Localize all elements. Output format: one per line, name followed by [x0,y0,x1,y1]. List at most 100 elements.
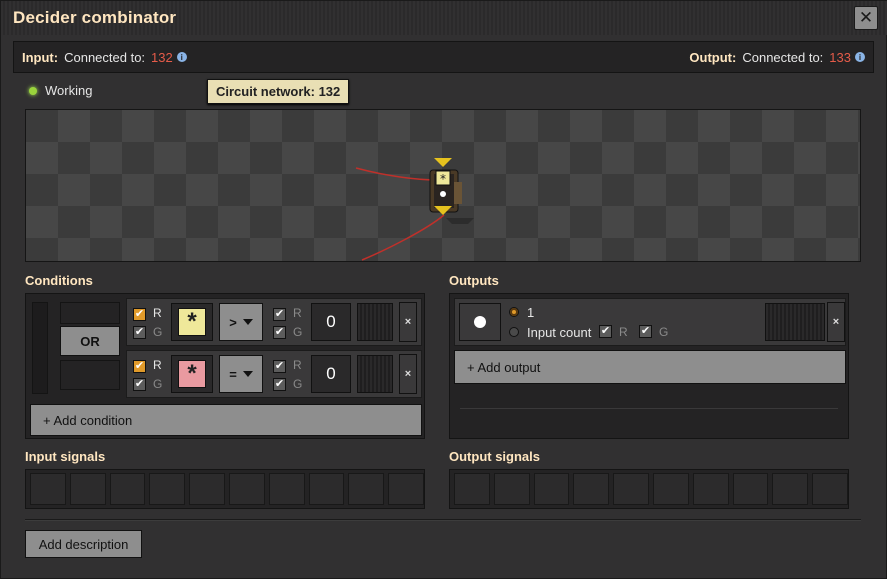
output-connected-text: Connected to: [742,49,824,65]
signal-slot [149,473,186,505]
output-signal-slot[interactable] [765,303,825,341]
input-connected-text: Connected to: [64,49,146,65]
chevron-down-icon [242,371,253,377]
constant-input[interactable]: 0 [311,303,351,341]
footer-divider [25,519,861,521]
signal-slot [30,473,66,505]
output-label: Output: [689,49,737,65]
left-green-wire-checkbox[interactable] [133,326,146,339]
left-green-wire-checkbox[interactable] [133,378,146,391]
signal-dot-icon [474,316,486,328]
signal-slot [493,473,530,505]
signal-slot [454,473,490,505]
output-constant-label: 1 [527,305,535,320]
status-light-icon [29,86,37,95]
comparator-value: > [229,314,237,330]
conditions-panel: OR R G * > R G 0 R [25,293,425,439]
decider-combinator-window: Decider combinator Input: Connected to: … [0,0,887,579]
right-green-wire-checkbox[interactable] [273,326,286,339]
add-output-button[interactable]: + Add output [454,350,846,384]
second-signal-slot[interactable] [357,355,393,393]
signal-each-icon: * [178,308,206,336]
left-red-wire-checkbox[interactable] [133,360,146,373]
input-signals-panel [25,469,425,509]
output-input-count-label: Input count [527,325,592,340]
info-icon[interactable] [176,52,187,62]
close-icon[interactable] [854,6,878,30]
output-signal-button[interactable] [459,303,501,341]
right-green-wire-label: G [293,325,303,339]
comparator-select[interactable]: = [219,355,263,393]
output-red-wire-label: R [619,325,628,339]
signal-slot [69,473,106,505]
conditions-title: Conditions [25,273,93,288]
output-input-count-radio[interactable] [509,327,519,337]
condition-spacer [60,360,120,390]
output-network-id: 133 [829,49,851,65]
output-row: 1 Input count R G [454,298,846,346]
circuit-network-tooltip: Circuit network: 132 [207,79,350,104]
left-red-wire-checkbox[interactable] [133,308,146,321]
signal-slot [613,473,649,505]
status-indicator: Working [29,83,92,98]
signal-slot [652,473,689,505]
status-text: Working [45,83,93,98]
input-label: Input: [22,49,59,65]
condition-row: R G * > R G 0 [126,298,422,346]
outputs-panel: 1 Input count R G + Add output [449,293,849,439]
condition-row: R G * = R G 0 [126,350,422,398]
signal-slot [573,473,610,505]
right-red-wire-label: R [293,358,302,372]
combinator-preview-graphic: * [355,158,474,261]
first-signal-button[interactable]: * [171,303,213,341]
signal-each-icon: * [178,360,206,388]
left-green-wire-label: G [153,377,163,391]
add-description-button[interactable]: Add description [25,530,142,558]
output-red-wire-checkbox[interactable] [599,325,612,338]
input-signals-title: Input signals [25,449,106,464]
left-red-wire-label: R [153,358,162,372]
right-green-wire-checkbox[interactable] [273,378,286,391]
left-red-wire-label: R [153,306,162,320]
output-green-wire-label: G [659,325,669,339]
signal-slot [109,473,146,505]
input-connection: Input: Connected to: 132 [22,50,187,65]
constant-input[interactable]: 0 [311,355,351,393]
signal-slot [308,473,345,505]
output-green-wire-checkbox[interactable] [639,325,652,338]
titlebar[interactable]: Decider combinator [1,1,887,35]
comparator-value: = [229,366,237,382]
input-network-id: 132 [151,49,173,65]
signal-slot [812,473,848,505]
delete-condition-icon[interactable] [399,302,417,342]
info-icon[interactable] [855,52,865,62]
signal-slot [268,473,305,505]
entity-preview[interactable]: * [25,109,861,262]
signal-slot [533,473,570,505]
signal-slot [228,473,265,505]
signal-slot [692,473,729,505]
connection-bar: Input: Connected to: 132 Output: Connect… [13,41,874,73]
comparator-select[interactable]: > [219,303,263,341]
output-connection: Output: Connected to: 133 [689,50,865,65]
left-green-wire-label: G [153,325,163,339]
signal-slot [388,473,424,505]
signal-slot [189,473,225,505]
right-red-wire-label: R [293,306,302,320]
chevron-down-icon [242,319,253,325]
add-condition-button[interactable]: + Add condition [30,404,422,436]
delete-condition-icon[interactable] [399,354,417,394]
output-signals-panel [449,469,849,509]
output-signals-title: Output signals [449,449,540,464]
right-red-wire-checkbox[interactable] [273,360,286,373]
right-red-wire-checkbox[interactable] [273,308,286,321]
or-button[interactable]: OR [60,326,120,356]
condition-spacer [60,302,120,324]
outputs-title: Outputs [449,273,499,288]
output-constant-radio[interactable] [509,307,519,317]
delete-output-icon[interactable] [827,302,845,342]
signal-slot [772,473,809,505]
window-title: Decider combinator [13,8,177,27]
second-signal-slot[interactable] [357,303,393,341]
first-signal-button[interactable]: * [171,355,213,393]
